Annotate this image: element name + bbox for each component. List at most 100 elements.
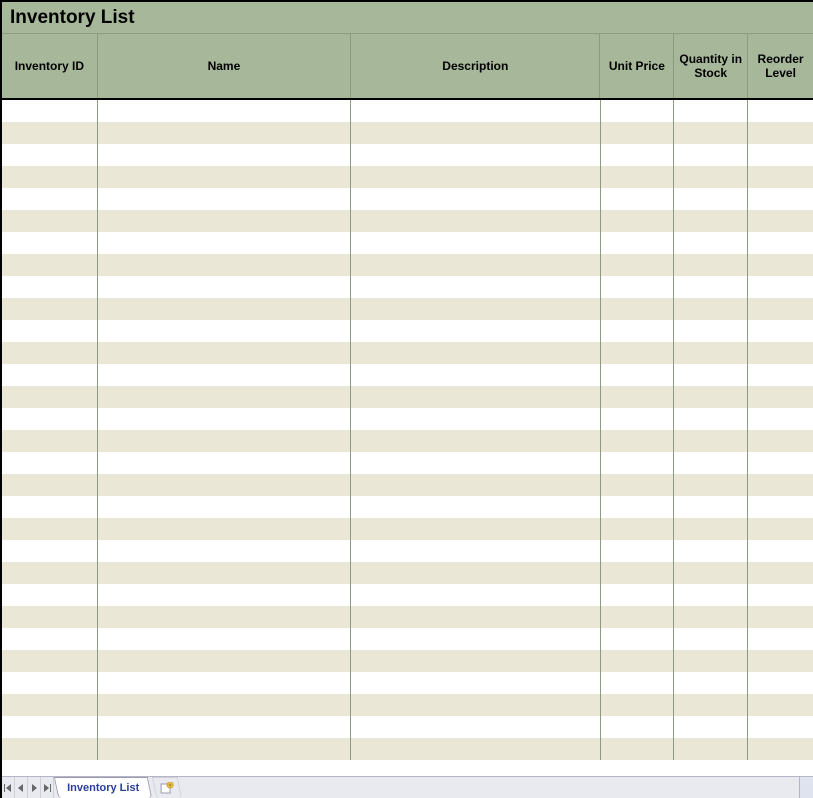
table-cell[interactable] [601,166,675,188]
table-cell[interactable] [674,518,748,540]
table-cell[interactable] [98,100,351,122]
table-cell[interactable] [674,430,748,452]
table-cell[interactable] [2,672,98,694]
table-cell[interactable] [674,540,748,562]
table-cell[interactable] [351,474,600,496]
table-cell[interactable] [2,276,98,298]
table-cell[interactable] [674,496,748,518]
table-row[interactable] [2,452,813,474]
table-cell[interactable] [98,562,351,584]
table-cell[interactable] [748,716,813,738]
table-cell[interactable] [674,210,748,232]
table-cell[interactable] [748,452,813,474]
table-cell[interactable] [601,584,675,606]
table-cell[interactable] [674,672,748,694]
table-cell[interactable] [98,672,351,694]
table-cell[interactable] [748,144,813,166]
table-cell[interactable] [351,232,600,254]
table-cell[interactable] [2,254,98,276]
table-cell[interactable] [748,386,813,408]
col-header-reorder-level[interactable]: Reorder Level [748,34,813,98]
table-cell[interactable] [748,738,813,760]
table-cell[interactable] [98,474,351,496]
table-cell[interactable] [674,320,748,342]
table-cell[interactable] [351,100,600,122]
table-cell[interactable] [674,100,748,122]
table-cell[interactable] [351,254,600,276]
table-cell[interactable] [674,606,748,628]
col-header-name[interactable]: Name [98,34,351,98]
table-cell[interactable] [98,122,351,144]
table-row[interactable] [2,672,813,694]
table-cell[interactable] [601,474,675,496]
table-cell[interactable] [748,166,813,188]
table-row[interactable] [2,584,813,606]
table-cell[interactable] [601,562,675,584]
table-cell[interactable] [2,122,98,144]
table-cell[interactable] [748,628,813,650]
table-cell[interactable] [748,540,813,562]
table-cell[interactable] [98,496,351,518]
table-cell[interactable] [674,628,748,650]
table-cell[interactable] [98,430,351,452]
table-cell[interactable] [748,562,813,584]
table-cell[interactable] [351,298,600,320]
table-cell[interactable] [601,320,675,342]
table-cell[interactable] [2,452,98,474]
table-cell[interactable] [98,166,351,188]
table-cell[interactable] [98,232,351,254]
table-cell[interactable] [2,694,98,716]
table-row[interactable] [2,210,813,232]
tab-nav-prev-icon[interactable] [15,777,28,798]
table-cell[interactable] [351,144,600,166]
table-row[interactable] [2,166,813,188]
table-cell[interactable] [748,210,813,232]
table-cell[interactable] [674,166,748,188]
table-cell[interactable] [601,188,675,210]
table-cell[interactable] [601,386,675,408]
table-cell[interactable] [98,408,351,430]
table-cell[interactable] [351,408,600,430]
table-cell[interactable] [748,364,813,386]
table-row[interactable] [2,606,813,628]
table-cell[interactable] [748,276,813,298]
table-cell[interactable] [674,254,748,276]
table-cell[interactable] [2,166,98,188]
table-cell[interactable] [351,628,600,650]
table-cell[interactable] [748,254,813,276]
table-row[interactable] [2,364,813,386]
table-row[interactable] [2,254,813,276]
table-row[interactable] [2,540,813,562]
table-row[interactable] [2,386,813,408]
table-cell[interactable] [748,342,813,364]
table-cell[interactable] [601,298,675,320]
table-cell[interactable] [748,320,813,342]
table-cell[interactable] [674,276,748,298]
table-cell[interactable] [674,474,748,496]
col-header-inventory-id[interactable]: Inventory ID [2,34,98,98]
table-cell[interactable] [2,562,98,584]
table-cell[interactable] [601,408,675,430]
table-cell[interactable] [98,518,351,540]
table-cell[interactable] [351,122,600,144]
table-cell[interactable] [351,496,600,518]
tab-nav-first-icon[interactable] [2,777,15,798]
table-cell[interactable] [601,650,675,672]
table-cell[interactable] [98,210,351,232]
col-header-unit-price[interactable]: Unit Price [600,34,674,98]
table-cell[interactable] [98,540,351,562]
table-cell[interactable] [748,100,813,122]
table-cell[interactable] [351,650,600,672]
table-row[interactable] [2,738,813,760]
table-cell[interactable] [2,496,98,518]
table-row[interactable] [2,694,813,716]
table-cell[interactable] [2,298,98,320]
table-cell[interactable] [601,738,675,760]
table-cell[interactable] [748,232,813,254]
table-cell[interactable] [601,364,675,386]
table-cell[interactable] [351,430,600,452]
table-row[interactable] [2,100,813,122]
table-cell[interactable] [351,364,600,386]
table-cell[interactable] [601,452,675,474]
table-cell[interactable] [601,210,675,232]
